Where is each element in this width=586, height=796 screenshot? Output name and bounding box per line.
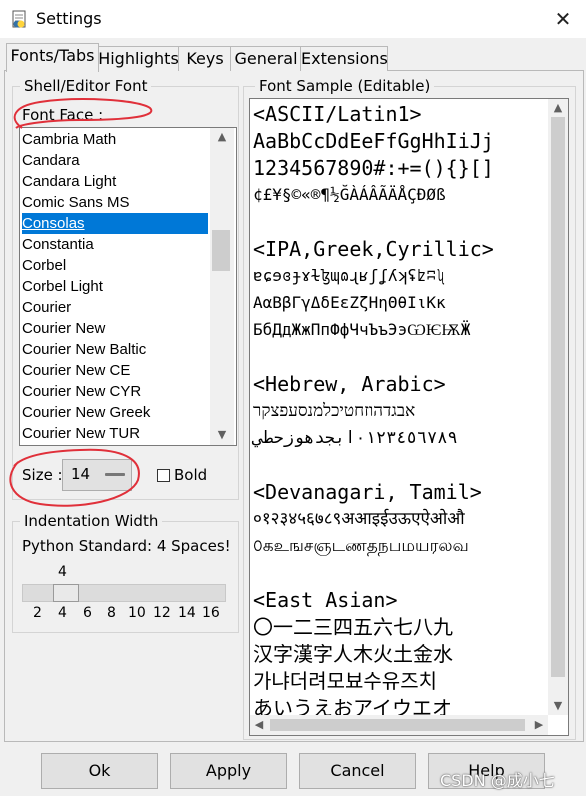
scroll-thumb[interactable]	[212, 230, 230, 271]
font-list-item[interactable]: Corbel Light	[22, 276, 208, 297]
bold-checkbox[interactable]	[157, 469, 170, 482]
sample-line: 1234567890#:+=(){}[]	[253, 156, 494, 180]
scroll-down-arrow-icon[interactable]: ▼	[210, 428, 234, 441]
close-icon[interactable]: ✕	[548, 4, 578, 34]
indent-width-slider[interactable]	[22, 584, 226, 602]
watermark-text: CSDN @成小七	[440, 771, 555, 790]
bold-label: Bold	[174, 466, 208, 484]
sample-line: ٠١٢٣٤٥٦٧٨٩ابجدهوزحطي	[253, 428, 458, 448]
scroll-up-arrow-icon[interactable]: ▲	[210, 130, 234, 143]
sample-line: AaBbCcDdEeFfGgHhIiJj	[253, 129, 494, 153]
sample-line: <ASCII/Latin1>	[253, 102, 422, 126]
sample-line: БбДдЖжПпФфЧчЪъЭэѠѤѬӜ	[253, 320, 471, 339]
sample-line: אבגדהוזחטיכלמנסעפצקר	[253, 401, 416, 421]
slider-tick: 16	[202, 605, 220, 621]
size-label: Size :	[22, 466, 63, 484]
sample-line: 가냐더려모뵤수유즈치	[253, 669, 437, 693]
slider-tick: 4	[58, 605, 67, 621]
font-face-label: Font Face :	[22, 106, 104, 124]
ok-button[interactable]: Ok	[41, 753, 158, 789]
python-standard-note: Python Standard: 4 Spaces!	[22, 537, 231, 555]
font-list-item[interactable]: Comic Sans MS	[22, 192, 208, 213]
font-list-item[interactable]: Candara Light	[22, 171, 208, 192]
font-list-item[interactable]: Courier	[22, 297, 208, 318]
slider-tick: 12	[153, 605, 171, 621]
font-list-item[interactable]: Constantia	[22, 234, 208, 255]
slider-thumb[interactable]	[53, 584, 79, 602]
tab-highlights[interactable]: Highlights	[97, 46, 180, 71]
sample-line: <IPA,Greek,Cyrillic>	[253, 237, 494, 261]
size-dropdown[interactable]: 14	[62, 459, 132, 491]
sample-horizontal-scrollbar[interactable]: ◀ ▶	[250, 715, 548, 735]
font-list-item[interactable]: Candara	[22, 150, 208, 171]
sample-line: <Hebrew, Arabic>	[253, 372, 446, 396]
slider-tick: 14	[178, 605, 196, 621]
font-list-item[interactable]: Courier New	[22, 318, 208, 339]
tab-keys[interactable]: Keys	[178, 46, 232, 71]
sample-line: ΑαΒβΓγΔδΕεΖζΗηΘθΙιΚκ	[253, 293, 446, 312]
scroll-left-arrow-icon[interactable]: ◀	[252, 718, 266, 731]
sample-line: ɐɕɘɞɟɤɫɮɰɷɻʁʃʆʎʞʢʫʭʯ	[253, 266, 446, 285]
font-sample-textarea[interactable]: <ASCII/Latin1> AaBbCcDdEeFfGgHhIiJj 1234…	[249, 98, 569, 736]
font-list-item[interactable]: Corbel	[22, 255, 208, 276]
font-face-listbox[interactable]: Cambria Math Candara Candara Light Comic…	[19, 127, 237, 446]
sample-vertical-scrollbar[interactable]: ▲ ▼	[548, 99, 568, 715]
indent-group-title: Indentation Width	[20, 512, 163, 530]
slider-value-label: 4	[58, 564, 67, 580]
scroll-right-arrow-icon[interactable]: ▶	[532, 718, 546, 731]
font-list-item[interactable]: Cambria Math	[22, 129, 208, 150]
sample-line: ०१२३४५६७८९अआइईउऊएऐओऔ	[253, 509, 465, 529]
tab-extensions[interactable]: Extensions	[300, 46, 388, 71]
scroll-up-arrow-icon[interactable]: ▲	[548, 101, 568, 114]
font-list-item[interactable]: Courier New Greek	[22, 402, 208, 423]
sample-line: ௦கஉஙசஞடணதநபமயரலவ	[253, 536, 469, 556]
slider-tick: 10	[128, 605, 146, 621]
font-list-item[interactable]: Courier New CE	[22, 360, 208, 381]
cancel-button[interactable]: Cancel	[299, 753, 416, 789]
slider-tick: 6	[83, 605, 92, 621]
sample-group-title: Font Sample (Editable)	[255, 77, 435, 95]
tab-fonts-tabs[interactable]: Fonts/Tabs	[6, 43, 99, 72]
tab-general[interactable]: General	[230, 46, 302, 71]
font-group-title: Shell/Editor Font	[20, 77, 152, 95]
scroll-thumb[interactable]	[270, 719, 525, 731]
font-list-item[interactable]: Courier New CYR	[22, 381, 208, 402]
dropdown-indicator-icon	[105, 473, 125, 476]
font-list-item[interactable]: Courier New Baltic	[22, 339, 208, 360]
font-list-scrollbar[interactable]: ▲ ▼	[210, 128, 234, 445]
size-value: 14	[71, 465, 91, 483]
scroll-down-arrow-icon[interactable]: ▼	[548, 699, 568, 712]
sample-line: 〇一二三四五六七八九	[253, 615, 453, 639]
python-app-icon	[10, 9, 30, 29]
window-title: Settings	[36, 9, 102, 28]
sample-line: ¢£¥§©«®¶½ĞÀÁÂÃÄÅÇÐØß	[253, 185, 446, 204]
sample-line: <East Asian>	[253, 588, 398, 612]
font-list-item-selected[interactable]: Consolas	[22, 213, 208, 234]
sample-line: 汉字漢字人木火土金水	[253, 642, 453, 666]
sample-line: <Devanagari, Tamil>	[253, 480, 482, 504]
scroll-thumb[interactable]	[551, 117, 565, 677]
font-list-item[interactable]: Courier New TUR	[22, 423, 208, 444]
slider-tick: 2	[33, 605, 42, 621]
apply-button[interactable]: Apply	[170, 753, 287, 789]
slider-tick: 8	[107, 605, 116, 621]
